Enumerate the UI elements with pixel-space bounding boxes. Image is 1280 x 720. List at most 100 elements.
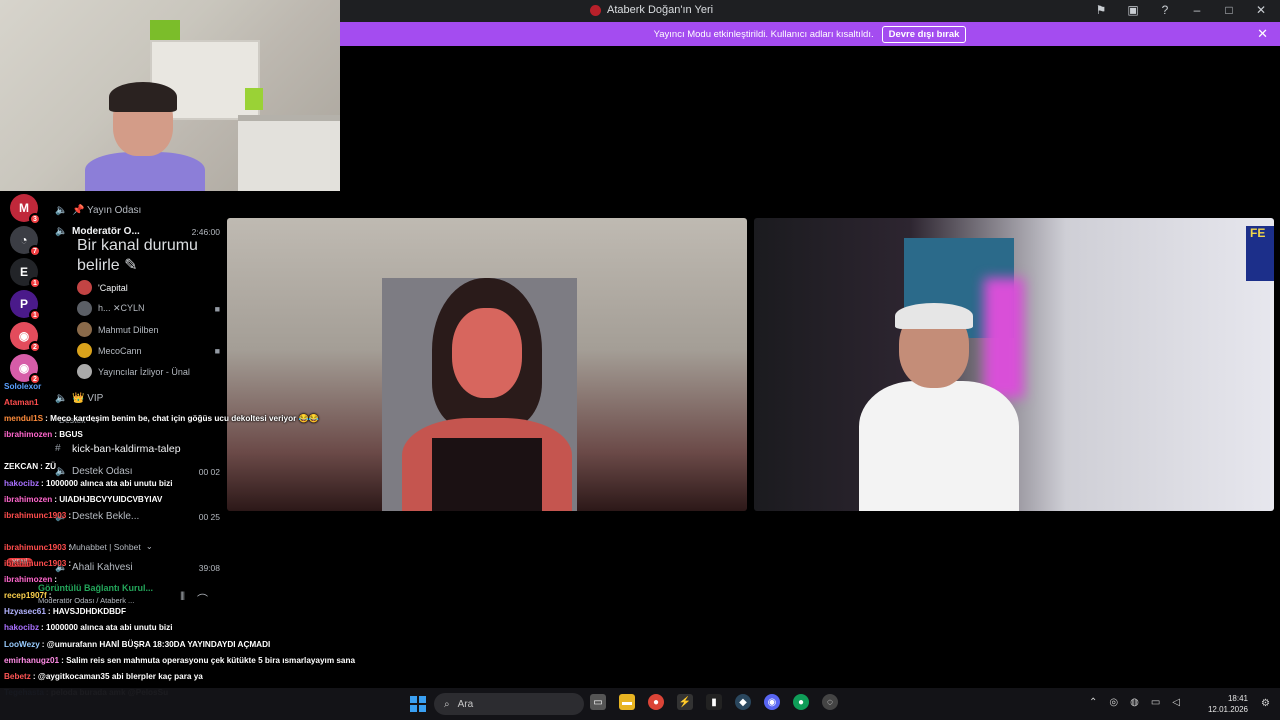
chat-username: ZEKCAN [4, 462, 39, 472]
voice-member[interactable]: MecoCann ■ [55, 340, 220, 361]
app-icon[interactable]: ⚡ [677, 694, 693, 710]
chat-message: ibrahimozen: BGUS [4, 431, 364, 447]
app-tray-icon[interactable]: ◎ [1109, 697, 1118, 708]
video-tile-2[interactable]: FE [754, 218, 1274, 511]
chat-text: : [68, 559, 72, 569]
chevron-up-icon[interactable]: ⌃ [1089, 697, 1097, 708]
chat-message: ibrahimunc1903: [4, 511, 364, 528]
member-name: Yayıncılar İzliyor - Ünal [98, 366, 190, 377]
banner-close-icon[interactable]: ✕ [1257, 26, 1268, 42]
chat-message: hakocibz: 1000000 alınca ata abi unutu b… [4, 478, 364, 496]
chat-message: recep1907f: [4, 592, 364, 608]
chat-message: Sololexor [4, 382, 364, 399]
server-logo-icon [590, 4, 601, 16]
start-button[interactable] [410, 696, 426, 712]
file-explorer-icon[interactable]: ▬ [619, 694, 635, 710]
chat-text: : [48, 591, 52, 601]
clock-date: 12.01.2026 [1207, 705, 1248, 714]
chat-text: : [54, 575, 57, 585]
chat-text: : BGUS [54, 430, 83, 440]
voice-member[interactable]: Mahmut Dilben [55, 319, 220, 340]
disable-streamer-mode-button[interactable]: Devre dışı bırak [881, 25, 967, 43]
voice-member[interactable]: h... ✕CYLN ■ [55, 298, 220, 319]
server-icon-2[interactable]: ◔ 7 [10, 226, 41, 257]
app-icon[interactable]: ▮ [706, 694, 722, 710]
stream-chat-overlay: Sololexor Ataman1 mendul1S: Meco kardeşim … [4, 382, 364, 705]
server-icon-e[interactable]: E1 [10, 258, 41, 289]
channel-name: Moderatör O... [72, 226, 140, 237]
search-placeholder: Ara [457, 698, 474, 710]
camera-icon: ■ [214, 303, 220, 314]
chat-text: : 1000000 alınca ata abi unutu bizi [41, 623, 173, 633]
avatar [77, 322, 92, 337]
task-view-icon[interactable]: ▭ [590, 694, 606, 710]
server-icon-p[interactable]: P1 [10, 290, 41, 321]
chat-text: : @umurafann HANİ BÜŞRA 18:30DA YAYINDAY… [41, 639, 271, 649]
participant-video [849, 303, 1049, 511]
avatar [77, 280, 92, 295]
minimize-icon[interactable]: – [1190, 3, 1204, 17]
chat-message [4, 528, 364, 544]
chat-username: hakocibz [4, 623, 40, 633]
chat-username: Sololexor [4, 382, 42, 391]
inbox-icon[interactable]: ▣ [1126, 3, 1140, 17]
server-icon-m[interactable]: M3 [10, 194, 41, 225]
chat-message: ibrahimozen: [4, 576, 364, 592]
help-icon[interactable]: ? [1158, 3, 1172, 17]
channel-timer: 2:46:00 [191, 226, 220, 237]
clock-time: 18:41 [1227, 694, 1248, 703]
chat-username: ibrahimozen [4, 575, 53, 585]
maximize-icon[interactable]: □ [1222, 3, 1236, 17]
steam-icon[interactable]: ◆ [735, 694, 751, 710]
channel-name: 📌 Yayın Odası [72, 205, 142, 216]
system-tray: ⌃ ◎ ◍ ▭ ◁ [1089, 697, 1180, 708]
chat-text: : [68, 542, 72, 552]
discord-icon[interactable]: ◉ [764, 694, 780, 710]
display-icon[interactable]: ▭ [1151, 697, 1160, 708]
chat-username: emirhanugz01 [4, 655, 60, 665]
streamer-mode-banner: Yayıncı Modu etkinleştirildi. Kullanıcı … [340, 22, 1280, 46]
chat-text: : Meco kardeşim benim be, chat için göğü… [45, 414, 319, 424]
chat-message: hakocibz: 1000000 alınca ata abi unutu b… [4, 624, 364, 640]
chrome-icon[interactable]: ● [648, 694, 664, 710]
speaker-icon: 🔈 [55, 205, 68, 216]
taskbar-search[interactable]: ⌕ Ara [434, 693, 584, 715]
participant-video [402, 268, 572, 511]
taskbar-clock[interactable]: 18:41 12.01.2026 [1208, 693, 1248, 715]
member-name: MecoCann [98, 345, 142, 356]
sign: FE [1246, 226, 1274, 281]
chrome-icon[interactable]: ● [793, 694, 809, 710]
app-icon[interactable]: ◌ [822, 694, 838, 710]
voice-member[interactable]: 'Capital [55, 277, 220, 298]
mic-icon[interactable]: ◍ [1130, 697, 1139, 708]
chat-text: : UIADHJBCVYUIDCVBYIAV [54, 494, 163, 504]
avatar [77, 364, 92, 379]
screen: Ataberk Doğan'ın Yeri ⚑ ▣ ? – □ ✕ Yayınc… [0, 0, 1280, 720]
chat-text: : @aygitkocaman35 abi blerpler kaç para … [32, 671, 203, 681]
chat-message [4, 447, 364, 463]
channel-status-prompt[interactable]: Bir kanal durumu belirle ✎ [55, 237, 220, 275]
avatar [77, 301, 92, 316]
server-icon-discord-2[interactable]: ◉ 2 [10, 354, 41, 385]
window-title-text: Ataberk Doğan'ın Yeri [607, 4, 714, 16]
taskbar-apps: ▭ ▬ ● ⚡ ▮ ◆ ◉ ● ◌ [590, 694, 838, 710]
close-icon[interactable]: ✕ [1254, 3, 1268, 17]
window-title: Ataberk Doğan'ın Yeri [590, 4, 713, 16]
chat-message: ZEKCAN: ZÜ [4, 463, 364, 479]
windows-taskbar: ⌕ Ara ▭ ▬ ● ⚡ ▮ ◆ ◉ ● ◌ ⌃ ◎ ◍ ▭ ◁ 18:41 … [0, 688, 1280, 720]
server-icon-discord-1[interactable]: ◉ 2 [10, 322, 41, 353]
volume-icon[interactable]: ◁ [1172, 697, 1180, 708]
channel-yayin-odasi[interactable]: 🔈 📌 Yayın Odası [55, 200, 220, 221]
chat-username: Hzyasec61 [4, 607, 46, 617]
chat-username: recep1907f [4, 591, 47, 601]
voice-member[interactable]: Yayıncılar İzliyor - Ünal [55, 361, 220, 382]
chat-message: emirhanugz01: Salim reis sen mahmuta ope… [4, 655, 364, 673]
notification-icon[interactable]: ⚙ [1261, 698, 1270, 709]
chat-text: : 1000000 alınca ata abi unutu bizi [41, 478, 173, 488]
chat-username: LooWezy [4, 639, 40, 649]
flag-icon[interactable]: ⚑ [1094, 3, 1108, 17]
search-icon: ⌕ [444, 698, 450, 710]
banner-message: Yayıncı Modu etkinleştirildi. Kullanıcı … [653, 28, 874, 40]
camera-icon: ■ [214, 345, 220, 356]
member-name: h... ✕CYLN [98, 303, 145, 313]
